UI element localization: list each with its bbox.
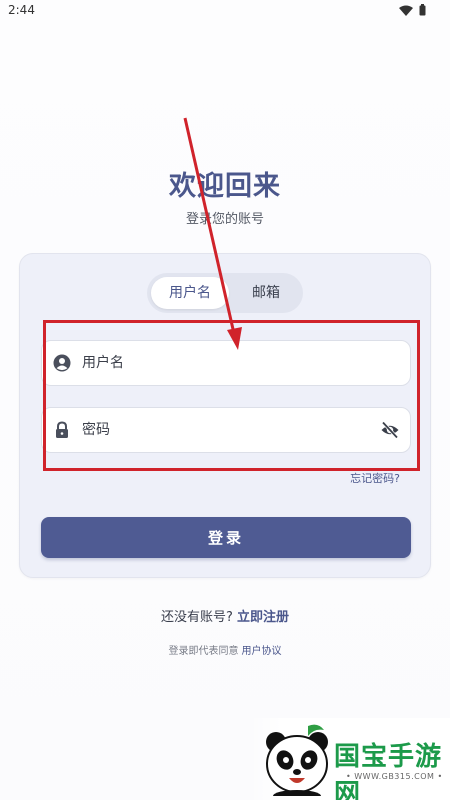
watermark: 国宝手游网 • WWW.GB315.COM • — [250, 718, 450, 800]
page-subtitle: 登录您的账号 — [185, 212, 264, 227]
status-bar: 2:44 — [0, 0, 450, 22]
status-time: 2:44 — [8, 3, 35, 17]
agreement-row: 登录即代表同意 用户协议 — [0, 642, 450, 657]
annotation-highlight-box — [43, 320, 420, 471]
watermark-url: • WWW.GB315.COM • — [346, 772, 443, 781]
battery-icon — [419, 4, 426, 16]
register-row: 还没有账号? 立即注册 — [0, 606, 450, 625]
register-link[interactable]: 立即注册 — [237, 610, 289, 625]
login-method-tabs: 用户名 邮箱 — [147, 273, 303, 313]
tab-email[interactable]: 邮箱 — [233, 277, 299, 309]
panda-logo-icon — [266, 724, 328, 796]
forgot-password-link[interactable]: 忘记密码? — [350, 470, 400, 486]
user-agreement-link[interactable]: 用户协议 — [242, 646, 282, 657]
register-prompt: 还没有账号? — [161, 610, 233, 625]
status-icons — [399, 4, 426, 16]
tab-username[interactable]: 用户名 — [151, 277, 229, 309]
agreement-prefix: 登录即代表同意 — [168, 646, 239, 657]
wifi-icon — [399, 5, 413, 16]
page-title: 欢迎回来 — [169, 171, 281, 202]
login-button[interactable]: 登录 — [41, 517, 411, 558]
login-screen: 2:44 欢迎回来 登录您的账号 用户名 邮箱 用户名 忘记密码? 登录 还没有… — [0, 0, 450, 800]
watermark-name: 国宝手游网 — [334, 742, 443, 800]
